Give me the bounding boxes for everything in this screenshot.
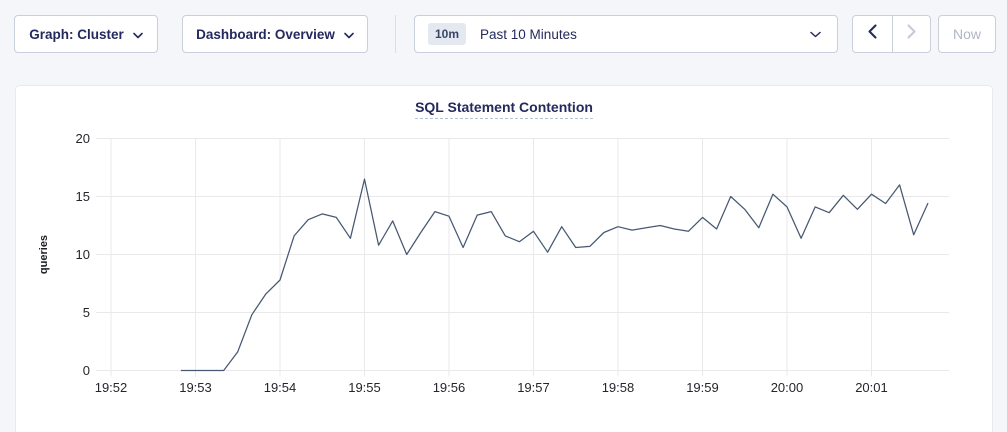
time-range-badge: 10m: [428, 23, 466, 45]
y-tick-label: 0: [83, 363, 90, 378]
chevron-down-icon: [133, 27, 143, 42]
time-step-button-group: [852, 15, 931, 53]
series-line-queries: [181, 179, 927, 370]
now-button[interactable]: Now: [938, 15, 996, 53]
toolbar: Graph: Cluster Dashboard: Overview 10m P…: [0, 0, 1007, 70]
x-tick-label: 19:52: [95, 380, 128, 395]
sql-statement-contention-chart[interactable]: 0 5 10 15 20 19:52 19:53 19:54 19:55 19:56 19:57 19…: [16, 86, 992, 432]
toolbar-divider: [395, 15, 396, 53]
x-tick-label: 19:53: [179, 380, 212, 395]
x-tick-label: 19:58: [602, 380, 635, 395]
x-tick-label: 19:55: [348, 380, 381, 395]
dashboard-dropdown[interactable]: Dashboard: Overview: [182, 15, 368, 53]
chevron-right-icon: [907, 24, 916, 44]
x-tick-label: 20:00: [771, 380, 804, 395]
x-tick-label: 19:59: [686, 380, 719, 395]
chevron-left-icon: [868, 24, 877, 44]
time-range-label: Past 10 Minutes: [480, 27, 810, 42]
chart-card: SQL Statement Contention 0510152019:5219…: [15, 85, 993, 432]
y-tick-label: 20: [76, 131, 90, 146]
graph-dropdown[interactable]: Graph: Cluster: [14, 15, 158, 53]
y-tick-label: 10: [76, 247, 90, 262]
next-time-window-button[interactable]: [892, 16, 931, 52]
graph-dropdown-label: Graph: Cluster: [29, 27, 124, 42]
time-range-selector[interactable]: 10m Past 10 Minutes: [414, 15, 838, 53]
y-tick-label: 15: [76, 189, 90, 204]
x-tick-label: 20:01: [855, 380, 888, 395]
dashboard-dropdown-label: Dashboard: Overview: [196, 27, 335, 42]
x-tick-label: 19:57: [517, 380, 550, 395]
chevron-down-icon: [810, 25, 821, 43]
y-tick-label: 5: [83, 305, 90, 320]
x-tick-label: 19:56: [433, 380, 466, 395]
chevron-down-icon: [344, 27, 354, 42]
previous-time-window-button[interactable]: [853, 16, 892, 52]
x-tick-label: 19:54: [264, 380, 297, 395]
y-axis-label: queries: [38, 235, 50, 274]
